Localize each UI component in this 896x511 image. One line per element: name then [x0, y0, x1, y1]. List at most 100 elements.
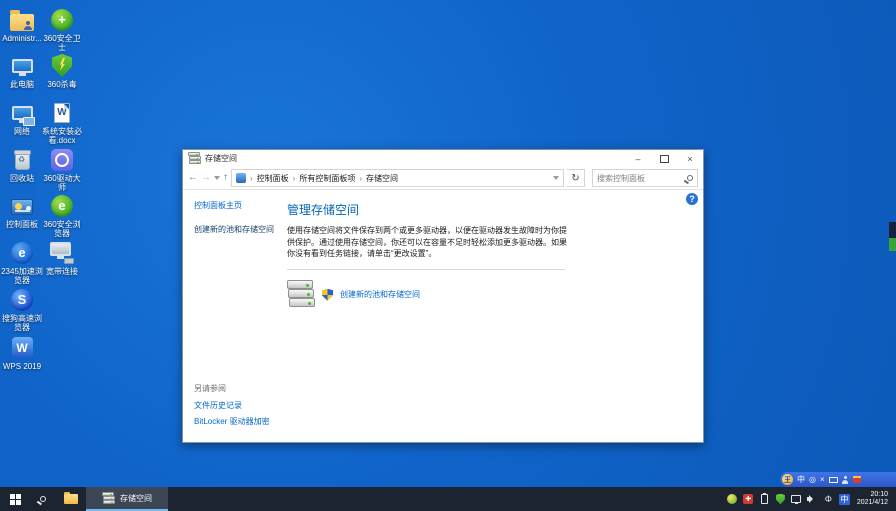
storage-spaces-icon: [102, 492, 115, 505]
desktop-icon-label: 360驱动大师: [40, 174, 84, 192]
desktop-icon-label: 2345加速浏览器: [0, 267, 44, 285]
forward-button[interactable]: →: [201, 173, 211, 183]
help-icon[interactable]: ?: [686, 193, 698, 205]
word-document-icon: W: [49, 99, 76, 126]
search-input[interactable]: [597, 174, 687, 183]
breadcrumb-separator: ›: [293, 174, 296, 183]
desktop-icon-360-driver[interactable]: 360驱动大师: [40, 146, 84, 192]
ime-toolbar: 王 中 ◎ ×: [780, 472, 896, 487]
sidebar-item-control-panel-home[interactable]: 控制面板主页: [194, 200, 283, 211]
ime-logo-icon[interactable]: 王: [782, 474, 793, 485]
control-panel-icon: [9, 192, 36, 219]
desktop-icon-label: 宽带连接: [46, 267, 78, 276]
ime-close-icon[interactable]: ×: [820, 476, 825, 484]
maximize-button[interactable]: [651, 150, 677, 167]
breadcrumb-storage-spaces[interactable]: 存储空间: [366, 173, 398, 184]
network-icon: [9, 99, 36, 126]
desktop-icon-label: 此电脑: [10, 80, 34, 89]
ime-keyboard-icon[interactable]: [829, 477, 838, 483]
network-monitor-icon[interactable]: [791, 494, 802, 505]
create-pool-task[interactable]: 创建新的池和存储空间: [287, 280, 689, 310]
input-method-icon[interactable]: Φ: [823, 494, 834, 505]
see-also-heading: 另请参阅: [194, 383, 283, 394]
ime-account-icon[interactable]: [842, 476, 849, 484]
taskbar-app-storage-spaces[interactable]: 存储空间: [86, 487, 168, 511]
ime-punctuation-icon[interactable]: ◎: [809, 476, 816, 484]
clock-date: 2021/4/12: [857, 499, 888, 508]
window-title: 存储空间: [205, 153, 625, 164]
360-driver-master-icon: [49, 146, 76, 173]
desktop: Administr... +360安全卫士 此电脑 360杀毒 网络 W系统安装…: [0, 0, 896, 511]
2345-browser-icon: e: [9, 239, 36, 266]
storage-spaces-window: 存储空间 – × ← → ↑ › 控制面板 › 所有控制面板项 › 存储空间 ↻: [182, 149, 704, 443]
desktop-icon-this-pc[interactable]: 此电脑: [0, 52, 44, 89]
control-panel-mini-icon: [236, 173, 246, 183]
disk-stack-icon: [287, 280, 315, 310]
desktop-icon-360-safe[interactable]: +360安全卫士: [40, 6, 84, 52]
window-titlebar[interactable]: 存储空间 – ×: [183, 150, 703, 167]
taskbar-clock[interactable]: 20:10 2021/4/12: [855, 491, 892, 508]
desktop-icon-docx[interactable]: W系统安装必看.docx: [40, 99, 84, 145]
ime-toolbox-icon[interactable]: [853, 476, 861, 483]
green-shield-icon[interactable]: [775, 494, 786, 505]
sogou-browser-icon: S: [9, 286, 36, 313]
desktop-icon-network[interactable]: 网络: [0, 99, 44, 136]
sidebar-item-bitlocker[interactable]: BitLocker 驱动器加密: [194, 416, 283, 427]
desktop-icon-wps[interactable]: WWPS 2019: [0, 334, 44, 371]
desktop-icon-label: 搜狗高速浏览器: [0, 314, 44, 332]
sidebar-item-file-history[interactable]: 文件历史记录: [194, 400, 283, 411]
create-pool-link[interactable]: 创建新的池和存储空间: [340, 289, 420, 300]
desktop-icon-label: 系统安装必看.docx: [40, 127, 84, 145]
desktop-icon-broadband[interactable]: 宽带连接: [40, 239, 84, 276]
desktop-icon-sogou-browser[interactable]: S搜狗高速浏览器: [0, 286, 44, 332]
description-text: 使用存储空间将文件保存到两个或更多驱动器，以便在驱动器发生故障时为你提供保护。通…: [287, 225, 569, 260]
desktop-icon-label: WPS 2019: [3, 362, 41, 371]
360-ball-icon[interactable]: [727, 494, 738, 505]
taskbar-file-explorer-button[interactable]: [56, 487, 86, 511]
recycle-bin-icon: [9, 146, 36, 173]
360-safe-icon: +: [49, 6, 76, 33]
broadband-icon: [49, 239, 76, 266]
refresh-button[interactable]: ↻: [567, 169, 585, 187]
ime-chinese-mode-icon[interactable]: 中: [797, 476, 805, 484]
search-icon[interactable]: [687, 175, 693, 181]
recent-pages-chevron-icon[interactable]: [214, 176, 220, 180]
close-button[interactable]: ×: [677, 150, 703, 167]
desktop-icon-administrator[interactable]: Administr...: [0, 6, 44, 43]
clipboard-icon[interactable]: [759, 494, 770, 505]
desktop-icon-label: 360安全卫士: [40, 34, 84, 52]
breadcrumb-separator: ›: [250, 174, 253, 183]
desktop-icon-control-panel[interactable]: 控制面板: [0, 192, 44, 229]
volume-icon[interactable]: [807, 494, 818, 505]
start-button[interactable]: [0, 487, 30, 511]
page-title: 管理存储空间: [287, 201, 689, 218]
breadcrumb-all-items[interactable]: 所有控制面板项: [299, 173, 355, 184]
wps-icon: W: [9, 334, 36, 361]
breadcrumb-control-panel[interactable]: 控制面板: [257, 173, 289, 184]
clock-time: 20:10: [857, 491, 888, 500]
up-button[interactable]: ↑: [223, 173, 228, 183]
desktop-icon-label: 网络: [14, 127, 30, 136]
search-icon: [40, 496, 46, 502]
desktop-icon-recycle-bin[interactable]: 回收站: [0, 146, 44, 183]
antivirus-red-icon[interactable]: ✚: [743, 494, 754, 505]
desktop-icon-360-browser[interactable]: e360安全浏览器: [40, 192, 84, 238]
desktop-icon-2345-browser[interactable]: e2345加速浏览器: [0, 239, 44, 285]
desktop-icon-label: 控制面板: [6, 220, 38, 229]
divider: [287, 269, 565, 270]
address-dropdown-chevron-icon[interactable]: [553, 176, 559, 180]
edge-docked-widget[interactable]: [889, 222, 896, 251]
desktop-icon-360-antivirus[interactable]: 360杀毒: [40, 52, 84, 89]
ime-language-icon[interactable]: 中: [839, 494, 850, 505]
search-box[interactable]: [592, 169, 698, 187]
sidebar: 控制面板主页 创建新的池和存储空间 另请参阅 文件历史记录 BitLocker …: [183, 190, 283, 442]
file-explorer-icon: [64, 494, 78, 504]
taskbar-search-button[interactable]: [30, 487, 56, 511]
back-button[interactable]: ←: [188, 173, 198, 183]
desktop-icon-label: Administr...: [2, 34, 42, 43]
see-also-section: 另请参阅 文件历史记录 BitLocker 驱动器加密: [194, 383, 283, 432]
minimize-button[interactable]: –: [625, 150, 651, 167]
address-bar[interactable]: › 控制面板 › 所有控制面板项 › 存储空间: [231, 169, 564, 187]
sidebar-item-create-pool[interactable]: 创建新的池和存储空间: [194, 224, 283, 235]
taskbar: 存储空间 ✚ Φ 中 20:10 2021/4/12: [0, 487, 896, 511]
